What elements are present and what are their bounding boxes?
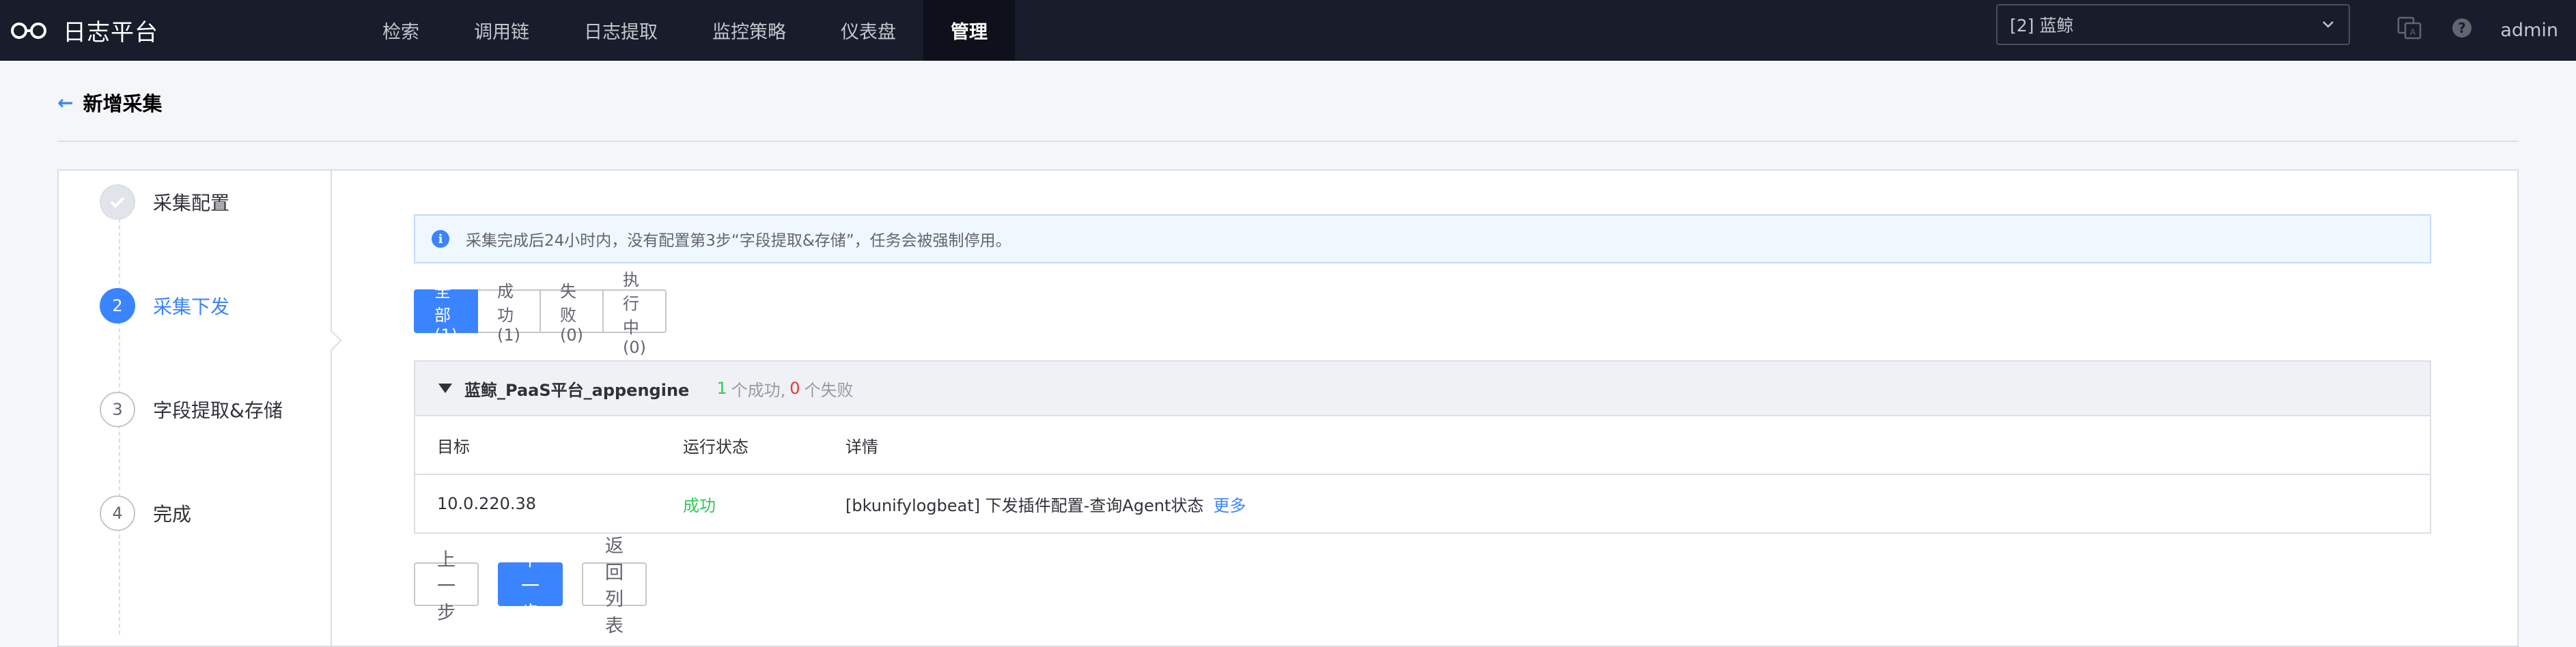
step-number: 2 [100, 288, 135, 324]
content-card: 采集配置 2 采集下发 3 字段提取&存储 4 完成 i 采集完成后24小时内，… [57, 169, 2519, 647]
page-header: ← 新增采集 [57, 82, 162, 123]
tab-all[interactable]: 全部(1) [414, 282, 478, 345]
arrow-left-icon[interactable]: ← [57, 91, 73, 114]
fail-count: 0 [789, 379, 800, 398]
table-header: 目标 运行状态 详情 [415, 416, 2430, 475]
step-number: 3 [100, 392, 135, 427]
row-detail: [bkunifylogbeat] 下发插件配置-查询Agent状态 [845, 495, 1204, 515]
step-collect-config[interactable]: 采集配置 [100, 184, 229, 220]
row-target: 10.0.220.38 [437, 494, 537, 513]
info-alert: i 采集完成后24小时内，没有配置第3步“字段提取&存储”，任务会被强制停用。 [414, 214, 2431, 263]
top-navigation-bar: 日志平台 检索 调用链 日志提取 监控策略 仪表盘 管理 [2] 蓝鲸 A ? … [0, 0, 2576, 61]
tab-failed[interactable]: 失败(0) [540, 282, 604, 345]
group-name: 蓝鲸_PaaS平台_appengine [464, 380, 690, 400]
step-number: 4 [100, 495, 135, 531]
main-nav: 检索 调用链 日志提取 监控策略 仪表盘 管理 [355, 0, 1015, 61]
nav-log-extract[interactable]: 日志提取 [557, 0, 685, 61]
row-detail-cell: [bkunifylogbeat] 下发插件配置-查询Agent状态 更多 [845, 492, 2430, 516]
business-select-value: [2] 蓝鲸 [2010, 16, 2074, 35]
step-complete[interactable]: 4 完成 [100, 495, 191, 531]
caret-down-icon[interactable] [438, 384, 452, 393]
nav-dashboard[interactable]: 仪表盘 [813, 0, 923, 61]
help-icon[interactable]: ? [2450, 16, 2474, 42]
step-field-extract[interactable]: 3 字段提取&存储 [100, 392, 283, 427]
action-buttons: 上一步 下一步 返回列表 [414, 536, 666, 637]
back-to-list-button[interactable]: 返回列表 [582, 536, 647, 637]
step-sidebar: 采集配置 2 采集下发 3 字段提取&存储 4 完成 [59, 171, 342, 646]
table-row: 10.0.220.38 成功 [bkunifylogbeat] 下发插件配置-查… [415, 475, 2430, 532]
nav-trace[interactable]: 调用链 [447, 0, 557, 61]
step-label: 完成 [153, 503, 192, 526]
header-divider [57, 141, 2519, 142]
step-pointer [320, 330, 342, 351]
success-suffix: 个成功, [731, 380, 786, 400]
nav-manage[interactable]: 管理 [923, 0, 1015, 61]
prev-button[interactable]: 上一步 [414, 549, 479, 624]
alert-text: 采集完成后24小时内，没有配置第3步“字段提取&存储”，任务会被强制停用。 [466, 232, 1011, 250]
group-header[interactable]: 蓝鲸_PaaS平台_appengine 1 个成功, 0 个失败 [415, 362, 2430, 416]
row-status: 成功 [683, 495, 716, 515]
step-label: 采集下发 [153, 296, 230, 318]
nav-monitor-strategy[interactable]: 监控策略 [685, 0, 813, 61]
app-title: 日志平台 [63, 19, 158, 46]
fail-suffix: 个失败 [804, 380, 854, 400]
nav-search[interactable]: 检索 [355, 0, 447, 61]
header-target: 目标 [437, 437, 470, 457]
page-title: 新增采集 [83, 92, 163, 115]
check-icon [100, 184, 135, 220]
business-select[interactable]: [2] 蓝鲸 [1996, 4, 2350, 45]
user-menu[interactable]: admin [2500, 0, 2558, 61]
step-label: 采集配置 [153, 192, 230, 214]
tab-running[interactable]: 执行中(0) [602, 270, 667, 357]
info-icon: i [432, 230, 449, 248]
svg-text:?: ? [2458, 20, 2466, 36]
step-label: 字段提取&存储 [153, 399, 283, 422]
log-platform-logo-icon [10, 20, 49, 41]
step-collect-deploy[interactable]: 2 采集下发 [100, 288, 229, 324]
header-detail: 详情 [845, 437, 878, 457]
status-tabs: 全部(1) 成功(1) 失败(0) 执行中(0) [414, 270, 667, 357]
more-link[interactable]: 更多 [1213, 496, 1246, 515]
app-logo[interactable]: 日志平台 [10, 0, 158, 61]
success-count: 1 [716, 379, 727, 398]
header-status: 运行状态 [683, 437, 748, 457]
svg-text:A: A [2410, 27, 2416, 37]
next-button[interactable]: 下一步 [498, 549, 563, 624]
chevron-down-icon [2320, 16, 2336, 37]
host-group-panel: 蓝鲸_PaaS平台_appengine 1 个成功, 0 个失败 目标 运行状态… [414, 360, 2431, 534]
tab-success[interactable]: 成功(1) [477, 282, 541, 345]
language-switch-icon[interactable]: A [2396, 14, 2423, 44]
